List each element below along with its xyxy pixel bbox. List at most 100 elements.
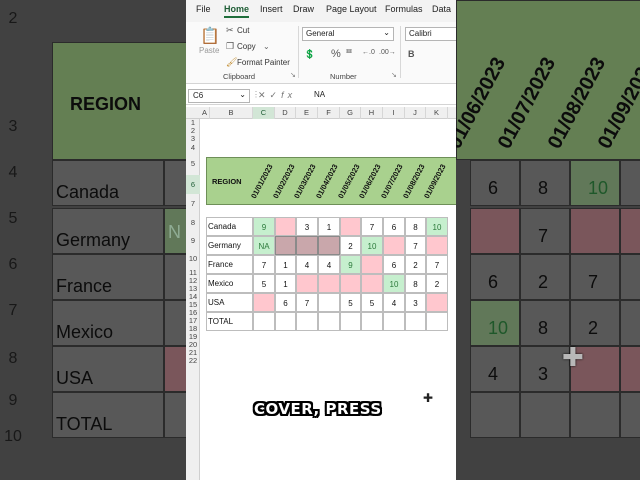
column-header-b[interactable]: B <box>210 107 253 119</box>
data-cell[interactable]: 4 <box>318 255 340 274</box>
data-cell[interactable] <box>296 312 318 331</box>
data-cell[interactable] <box>296 236 318 255</box>
data-cell[interactable]: 7 <box>253 255 275 274</box>
row-header-9[interactable]: 9 <box>186 232 200 250</box>
data-cell[interactable] <box>340 274 361 293</box>
name-box[interactable]: C6 ⌄ <box>188 89 250 103</box>
data-cell[interactable]: 4 <box>383 293 405 312</box>
data-cell[interactable]: 6 <box>383 255 405 274</box>
percent-icon[interactable]: % <box>331 48 341 60</box>
worksheet-grid[interactable]: ABCDEFGHIJK 1 2 3 4 5 6 7 8 9 10 11 12 13 14 15 16 17 18 1… <box>186 107 456 480</box>
data-cell[interactable] <box>275 312 296 331</box>
data-cell[interactable] <box>318 312 340 331</box>
column-header-d[interactable]: D <box>275 107 296 119</box>
row-header-4[interactable]: 4 <box>186 143 200 152</box>
data-cell[interactable]: 8 <box>405 274 426 293</box>
accounting-format-icon[interactable]: 💲 <box>304 49 315 60</box>
data-cell[interactable] <box>426 293 448 312</box>
data-cell[interactable]: 10 <box>426 217 448 236</box>
decrease-decimal-icon[interactable]: .00→ <box>379 49 396 56</box>
column-header-i[interactable]: I <box>383 107 405 119</box>
number-format-select[interactable]: General ⌄ <box>302 27 394 41</box>
tab-page-layout[interactable]: Page Layout <box>326 4 377 14</box>
data-cell[interactable]: 9 <box>253 217 275 236</box>
data-cell[interactable]: 3 <box>405 293 426 312</box>
tab-home[interactable]: Home <box>224 4 250 18</box>
data-cell[interactable] <box>318 236 340 255</box>
comma-style-icon[interactable]: ⱎ <box>346 48 352 61</box>
data-cell[interactable]: 7 <box>426 255 448 274</box>
enter-icon[interactable]: ✓ <box>270 90 282 100</box>
data-cell[interactable] <box>253 293 275 312</box>
row-header-6[interactable]: 6 <box>186 175 200 194</box>
data-cell[interactable] <box>296 274 318 293</box>
data-cell[interactable]: 7 <box>405 236 426 255</box>
row-header-8[interactable]: 8 <box>186 213 200 232</box>
data-cell[interactable]: 2 <box>426 274 448 293</box>
tab-file[interactable]: File <box>196 4 211 14</box>
row-header-10[interactable]: 10 <box>186 250 200 268</box>
format-painter-icon[interactable]: 🖌 <box>226 57 237 68</box>
cancel-icon[interactable]: ✕ <box>258 90 270 100</box>
data-cell[interactable]: NA <box>253 236 275 255</box>
data-cell[interactable] <box>253 312 275 331</box>
data-cell[interactable]: 5 <box>253 274 275 293</box>
data-cell[interactable]: 6 <box>275 293 296 312</box>
clipboard-launcher-icon[interactable]: ↘ <box>290 71 296 79</box>
data-cell[interactable]: 3 <box>296 217 318 236</box>
paste-icon[interactable]: 📋 <box>200 26 220 46</box>
paste-label[interactable]: Paste <box>199 46 219 55</box>
data-cell[interactable]: 1 <box>275 255 296 274</box>
data-cell[interactable]: 1 <box>318 217 340 236</box>
data-cell[interactable] <box>318 274 340 293</box>
number-launcher-icon[interactable]: ↘ <box>391 71 397 79</box>
data-cell[interactable]: 9 <box>340 255 361 274</box>
data-cell[interactable] <box>383 312 405 331</box>
data-cell[interactable]: 2 <box>340 236 361 255</box>
column-header-e[interactable]: E <box>296 107 318 119</box>
bold-icon[interactable]: B <box>408 49 415 59</box>
data-cell[interactable]: 7 <box>361 217 383 236</box>
data-cell[interactable]: 1 <box>275 274 296 293</box>
copy-button[interactable]: Copy <box>237 42 256 51</box>
data-cell[interactable]: 6 <box>383 217 405 236</box>
data-cell[interactable] <box>275 236 296 255</box>
copy-dropdown-icon[interactable]: ⌄ <box>263 42 270 51</box>
data-cell[interactable]: 8 <box>405 217 426 236</box>
increase-decimal-icon[interactable]: ←.0 <box>362 49 375 56</box>
tab-insert[interactable]: Insert <box>260 4 283 14</box>
data-cell[interactable]: 10 <box>383 274 405 293</box>
data-cell[interactable] <box>340 312 361 331</box>
data-cell[interactable]: 7 <box>296 293 318 312</box>
data-cell[interactable] <box>426 236 448 255</box>
column-header-c[interactable]: C <box>253 107 275 119</box>
row-header-7[interactable]: 7 <box>186 194 200 213</box>
column-header-f[interactable]: F <box>318 107 340 119</box>
data-cell[interactable] <box>426 312 448 331</box>
data-cell[interactable] <box>405 312 426 331</box>
tab-draw[interactable]: Draw <box>293 4 314 14</box>
tab-formulas[interactable]: Formulas <box>385 4 423 14</box>
format-painter-button[interactable]: Format Painter <box>237 58 290 67</box>
data-cell[interactable] <box>383 236 405 255</box>
column-header-j[interactable]: J <box>405 107 426 119</box>
data-cell[interactable] <box>361 312 383 331</box>
row-header-22[interactable]: 22 <box>186 357 200 365</box>
data-cell[interactable]: 5 <box>340 293 361 312</box>
data-cell[interactable] <box>361 274 383 293</box>
column-header-a[interactable]: A <box>200 107 210 119</box>
insert-function-icon[interactable]: fx <box>281 90 296 100</box>
row-header-3[interactable]: 3 <box>186 135 200 143</box>
formula-input[interactable]: NA <box>314 90 325 99</box>
tab-data[interactable]: Data <box>432 4 451 14</box>
data-cell[interactable] <box>318 293 340 312</box>
data-cell[interactable]: 5 <box>361 293 383 312</box>
data-cell[interactable]: 2 <box>405 255 426 274</box>
data-cell[interactable] <box>361 255 383 274</box>
data-cell[interactable] <box>340 217 361 236</box>
column-header-g[interactable]: G <box>340 107 361 119</box>
row-header-5[interactable]: 5 <box>186 152 200 175</box>
cut-icon[interactable]: ✂ <box>226 25 234 36</box>
cut-button[interactable]: Cut <box>237 26 249 35</box>
font-name-select[interactable]: Calibri <box>405 27 456 41</box>
